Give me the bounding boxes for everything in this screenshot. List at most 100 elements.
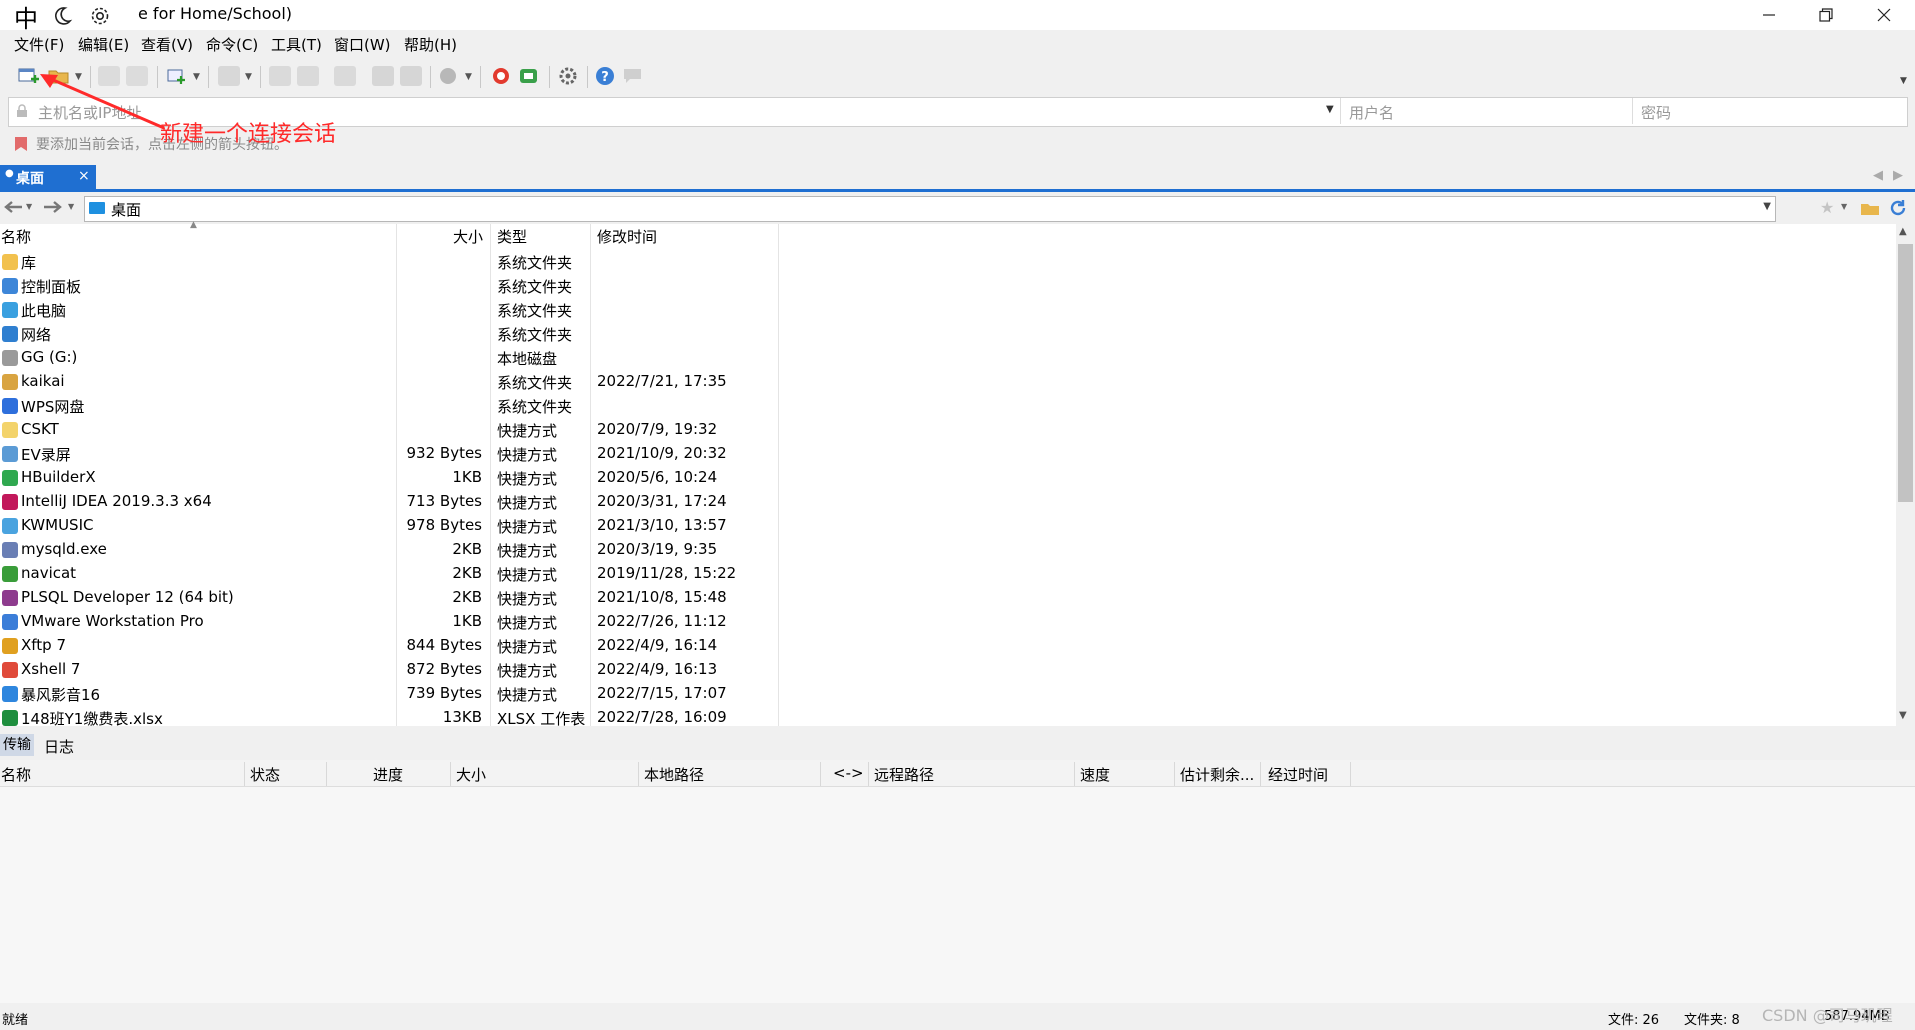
record-icon[interactable]	[438, 66, 460, 86]
cut-icon[interactable]	[372, 66, 394, 86]
menu-file[interactable]: 文件(F)	[14, 34, 64, 55]
transfer-col-size[interactable]: 大小	[456, 764, 486, 785]
run-icon[interactable]	[218, 66, 240, 86]
file-name: WPS网盘	[21, 398, 85, 416]
feedback-icon[interactable]	[622, 66, 644, 86]
file-row[interactable]: CSKT 快捷方式 2020/7/9, 19:32	[0, 418, 780, 442]
column-header-type[interactable]: 类型	[497, 226, 527, 247]
file-row[interactable]: kaikai 系统文件夹 2022/7/21, 17:35	[0, 370, 780, 394]
menu-help[interactable]: 帮助(H)	[404, 34, 457, 55]
file-name: KWMUSIC	[21, 516, 94, 534]
menu-edit[interactable]: 编辑(E)	[78, 34, 129, 55]
transfer-col-local-path[interactable]: 本地路径	[644, 764, 704, 785]
tab-log[interactable]: 日志	[44, 736, 74, 757]
chevron-down-icon[interactable]: ▼	[26, 202, 32, 211]
username-input[interactable]: 用户名	[1340, 98, 1631, 124]
file-row[interactable]: 控制面板 系统文件夹	[0, 274, 780, 298]
library-icon	[2, 254, 18, 270]
file-row[interactable]: VMware Workstation Pro 1KB 快捷方式 2022/7/26, …	[0, 610, 780, 634]
tab-scroll-left-icon[interactable]: ◀	[1873, 168, 1883, 183]
file-row[interactable]: IntelliJ IDEA 2019.3.3 x64 713 Bytes 快捷方式 2…	[0, 490, 780, 514]
minimize-button[interactable]	[1740, 0, 1798, 30]
home-folder-icon[interactable]	[1860, 200, 1880, 216]
path-input[interactable]: 桌面 ▼	[84, 196, 1776, 222]
chevron-down-icon[interactable]: ▼	[465, 72, 472, 82]
file-row[interactable]: navicat 2KB 快捷方式 2019/11/28, 15:22	[0, 562, 780, 586]
menu-view[interactable]: 查看(V)	[141, 34, 193, 55]
file-row[interactable]: WPS网盘 系统文件夹	[0, 394, 780, 418]
restore-button[interactable]	[1797, 0, 1855, 30]
file-row[interactable]: 暴风影音16 739 Bytes 快捷方式 2022/7/15, 17:07	[0, 682, 780, 706]
file-row[interactable]: GG (G:) 本地磁盘	[0, 346, 780, 370]
back-arrow-icon[interactable]	[2, 200, 24, 214]
file-row[interactable]: PLSQL Developer 12 (64 bit) 2KB 快捷方式 2021/1…	[0, 586, 780, 610]
gear-icon[interactable]	[86, 2, 114, 30]
file-name: EV录屏	[21, 446, 71, 464]
scroll-up-icon[interactable]: ▲	[1899, 226, 1907, 237]
menu-tools[interactable]: 工具(T)	[271, 34, 322, 55]
ime-lang-indicator[interactable]: 中	[14, 0, 38, 34]
file-size: 1KB	[452, 612, 482, 630]
transfer-col-elapsed[interactable]: 经过时间	[1268, 764, 1328, 785]
tab-desktop[interactable]: ● 桌面 ×	[0, 165, 96, 189]
column-header-name[interactable]: 名称	[1, 226, 31, 247]
bookmark-icon[interactable]	[14, 136, 28, 152]
tab-dot-icon: ●	[5, 168, 14, 179]
xftp-icon[interactable]	[518, 66, 540, 86]
file-row[interactable]: mysqld.exe 2KB 快捷方式 2020/3/19, 9:35	[0, 538, 780, 562]
file-name: GG (G:)	[21, 348, 78, 366]
menu-window[interactable]: 窗口(W)	[334, 34, 391, 55]
chevron-down-icon[interactable]: ▼	[1763, 201, 1771, 212]
file-row[interactable]: Xshell 7 872 Bytes 快捷方式 2022/4/9, 16:13	[0, 658, 780, 682]
settings-icon[interactable]	[557, 66, 579, 86]
tab-close-icon[interactable]: ×	[78, 168, 90, 184]
password-input[interactable]: 密码	[1632, 98, 1906, 124]
file-size: 1KB	[452, 468, 482, 486]
scroll-down-icon[interactable]: ▼	[1899, 710, 1907, 721]
menu-command[interactable]: 命令(C)	[206, 34, 258, 55]
file-row[interactable]: HBuilderX 1KB 快捷方式 2020/5/6, 10:24	[0, 466, 780, 490]
bookmark-star-icon[interactable]: ★	[1820, 198, 1834, 217]
chevron-down-icon[interactable]: ▼	[193, 72, 200, 82]
chevron-down-icon[interactable]: ▼	[68, 202, 74, 211]
hbuilder-icon	[2, 470, 18, 486]
transfer-col-direction[interactable]: <->	[833, 764, 864, 782]
chevron-down-icon[interactable]: ▼	[1841, 202, 1847, 211]
help-icon[interactable]: ?	[594, 66, 616, 86]
file-row[interactable]: Xftp 7 844 Bytes 快捷方式 2022/4/9, 16:14	[0, 634, 780, 658]
xshell-icon[interactable]	[490, 66, 512, 86]
chevron-down-icon[interactable]: ▼	[1326, 104, 1334, 115]
transfer-col-name[interactable]: 名称	[1, 764, 31, 785]
file-row[interactable]: 此电脑 系统文件夹	[0, 298, 780, 322]
file-name: mysqld.exe	[21, 540, 107, 558]
tab-scroll-right-icon[interactable]: ▶	[1893, 168, 1903, 183]
refresh-icon[interactable]	[1888, 198, 1908, 218]
forward-arrow-icon[interactable]	[42, 200, 64, 214]
file-type: 快捷方式	[497, 422, 558, 440]
chevron-down-icon[interactable]: ▼	[245, 72, 252, 82]
column-header-size[interactable]: 大小	[453, 226, 483, 247]
file-row[interactable]: 库 系统文件夹	[0, 250, 780, 274]
scrollbar-thumb[interactable]	[1898, 244, 1913, 502]
column-header-modified[interactable]: 修改时间	[597, 226, 657, 247]
paste-icon[interactable]	[297, 66, 319, 86]
file-row[interactable]: KWMUSIC 978 Bytes 快捷方式 2021/3/10, 13:57	[0, 514, 780, 538]
transfer-col-speed[interactable]: 速度	[1080, 764, 1110, 785]
transfer-col-remote-path[interactable]: 远程路径	[874, 764, 934, 785]
file-row[interactable]: EV录屏 932 Bytes 快捷方式 2021/10/9, 20:32	[0, 442, 780, 466]
moon-icon[interactable]	[48, 2, 76, 30]
transfer-col-progress[interactable]: 进度	[373, 764, 403, 785]
toolbar-overflow-icon[interactable]: ▼	[1900, 76, 1907, 86]
transfer-col-status[interactable]: 状态	[250, 764, 280, 785]
copy-icon[interactable]	[269, 66, 291, 86]
transfer-col-eta[interactable]: 估计剩余...	[1180, 764, 1254, 785]
transfer-icon[interactable]	[334, 66, 356, 86]
file-row[interactable]: 网络 系统文件夹	[0, 322, 780, 346]
tab-transfer[interactable]: 传输	[0, 734, 34, 756]
svg-text:?: ?	[601, 70, 609, 85]
properties-icon[interactable]	[400, 66, 422, 86]
file-row[interactable]: 148班Y1缴费表.xlsx 13KB XLSX 工作表 2022/7/28, 16:…	[0, 706, 780, 730]
file-modified: 2020/7/9, 19:32	[597, 420, 718, 438]
close-window-button[interactable]	[1855, 0, 1913, 30]
new-tab-icon[interactable]	[166, 66, 188, 86]
